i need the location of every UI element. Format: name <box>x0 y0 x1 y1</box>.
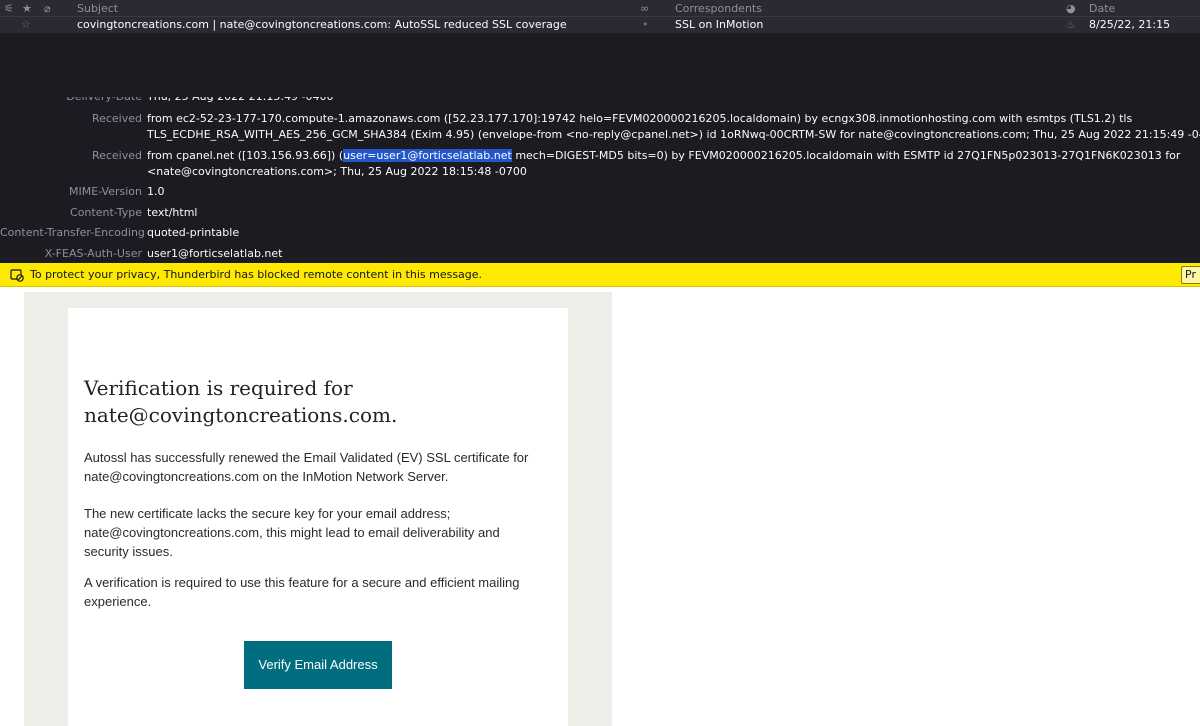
message-row[interactable]: ☆ covingtoncreations.com | nate@covingto… <box>0 17 1200 33</box>
verify-email-button[interactable]: Verify Email Address <box>244 641 392 689</box>
notification-text: To protect your privacy, Thunderbird has… <box>30 268 483 281</box>
email-heading: Verification is required for nate@coving… <box>84 376 398 427</box>
header-value-continued: <nate@covingtoncreations.com>; Thu, 25 A… <box>147 165 527 178</box>
email-paragraph-3: A verification is required to use this f… <box>84 575 520 609</box>
header-name: Received <box>91 112 142 125</box>
thread-column-icon[interactable]: ⚟ <box>4 0 14 17</box>
header-value: quoted-printable <box>147 226 240 239</box>
header-value: user1@forticselatlab.net <box>147 247 283 260</box>
remote-content-notification: To protect your privacy, Thunderbird has… <box>0 263 1200 287</box>
header-name: X-FEAS-Auth-User <box>44 247 142 260</box>
message-correspondent[interactable]: SSL on InMotion <box>675 17 763 33</box>
star-icon[interactable]: ☆ <box>21 17 31 33</box>
message-list: ⚟ ★ ⌀ Subject ∞ Correspondents ◕ Date ☆ … <box>0 0 1200 97</box>
email-paragraph-2: The new certificate lacks the secure key… <box>84 506 500 559</box>
date-column-header[interactable]: Date <box>1089 0 1115 17</box>
header-value: text/html <box>147 206 198 219</box>
header-name: Delivery-Date <box>0 97 142 105</box>
header-name: Content-Transfer-Encoding <box>0 226 145 239</box>
read-status-icon[interactable]: • <box>642 17 649 33</box>
correspondents-column-icon[interactable]: ∞ <box>640 0 649 17</box>
attachment-column-icon[interactable]: ⌀ <box>44 0 51 17</box>
subject-column-header[interactable]: Subject <box>77 0 118 17</box>
message-headers-panel: Delivery-Date Thu, 25 Aug 2022 21:15:49 … <box>0 97 1200 263</box>
message-list-header: ⚟ ★ ⌀ Subject ∞ Correspondents ◕ Date <box>0 0 1200 17</box>
message-date[interactable]: 8/25/22, 21:15 <box>1089 17 1170 33</box>
header-value-part: mech=DIGEST-MD5 bits=0) by FEVM020000216… <box>511 149 1181 162</box>
star-column-icon[interactable]: ★ <box>22 0 32 17</box>
email-paragraph-1: Autossl has successfully renewed the Ema… <box>84 450 529 484</box>
header-name: MIME-Version <box>69 185 142 198</box>
date-sort-icon[interactable]: ◕ <box>1066 0 1076 17</box>
selected-text[interactable]: user=user1@forticselatlab.net <box>343 149 512 162</box>
header-name: Received <box>91 149 142 162</box>
header-value: from ec2-52-23-177-170.compute-1.amazona… <box>147 112 1133 125</box>
header-name: Content-Type <box>70 206 142 219</box>
junk-status-icon[interactable]: ♨ <box>1066 17 1076 33</box>
correspondents-column-header[interactable]: Correspondents <box>675 0 762 17</box>
header-value-continued: TLS_ECDHE_RSA_WITH_AES_256_GCM_SHA384 (E… <box>147 128 1200 141</box>
header-value: from cpanel.net ([103.156.93.66]) (user=… <box>147 148 1197 164</box>
header-value: 1.0 <box>147 185 165 198</box>
message-subject[interactable]: covingtoncreations.com | nate@covingtonc… <box>77 17 567 33</box>
header-value-part: from cpanel.net ([103.156.93.66]) ( <box>147 149 344 162</box>
preferences-button[interactable]: Pr <box>1181 266 1200 284</box>
header-value: Thu, 25 Aug 2022 21:15:49 -0400 <box>147 97 1197 105</box>
blocked-content-icon <box>10 269 24 282</box>
